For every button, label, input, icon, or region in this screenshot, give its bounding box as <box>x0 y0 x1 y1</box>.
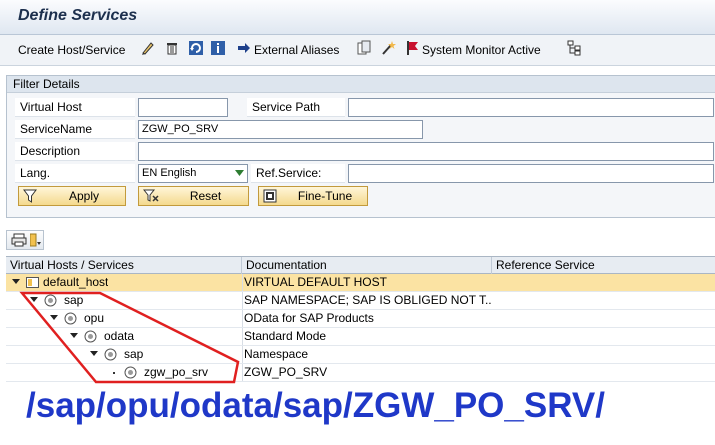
tree-row-sap-namespace[interactable]: sap Namespace <box>6 346 715 364</box>
layout-menu-icon <box>30 233 41 247</box>
service-node-icon <box>84 330 97 343</box>
documentation-cell: VIRTUAL DEFAULT HOST <box>242 274 492 291</box>
filter-details-legend: Filter Details <box>7 76 715 93</box>
filter-funnel-icon <box>23 189 37 203</box>
ref-service-label: Ref.Service: <box>251 164 345 183</box>
reset-button[interactable]: Reset <box>138 186 249 206</box>
tree-row-odata[interactable]: odata Standard Mode <box>6 328 715 346</box>
application-toolbar: Create Host/Service External Aliases Sys… <box>0 35 715 66</box>
tree-node-label: sap <box>64 293 84 307</box>
magic-wand-icon[interactable] <box>380 40 396 56</box>
leaf-bullet-icon <box>113 372 115 374</box>
tree-row-default-host[interactable]: default_host VIRTUAL DEFAULT HOST <box>6 274 715 292</box>
fine-tune-button-label: Fine-Tune <box>297 189 353 203</box>
expand-triangle-icon[interactable] <box>12 279 20 284</box>
documentation-text: SAP NAMESPACE; SAP IS OBLIGED NOT T... <box>244 293 492 307</box>
documentation-cell: Standard Mode <box>242 328 492 345</box>
reset-filter-icon <box>143 189 159 202</box>
copy-document-icon[interactable] <box>356 40 372 56</box>
create-host-service-button[interactable]: Create Host/Service <box>18 41 125 59</box>
documentation-cell: Namespace <box>242 346 492 363</box>
edit-pencil-icon[interactable] <box>140 40 156 56</box>
expand-triangle-icon[interactable] <box>90 351 98 356</box>
column-header-reference-service[interactable]: Reference Service <box>492 257 715 274</box>
expand-triangle-icon[interactable] <box>50 315 58 320</box>
arrow-right-icon[interactable] <box>236 40 252 56</box>
lang-label: Lang. <box>15 164 135 183</box>
apply-button[interactable]: Apply <box>18 186 126 206</box>
column-header-documentation[interactable]: Documentation <box>242 257 492 274</box>
lang-select[interactable]: EN English <box>138 164 248 183</box>
print-icon <box>11 233 27 247</box>
virtual-host-label: Virtual Host <box>15 98 135 117</box>
print-layout-button[interactable] <box>6 230 44 250</box>
column-header-virtual-hosts[interactable]: Virtual Hosts / Services <box>6 257 242 274</box>
tree-node-label: sap <box>124 347 144 361</box>
expand-triangle-icon[interactable] <box>30 297 38 302</box>
page-title: Define Services <box>18 7 138 24</box>
tree-node-label: opu <box>84 311 105 325</box>
ref-service-input[interactable] <box>348 164 714 183</box>
tree-node-label: zgw_po_srv <box>144 365 209 379</box>
documentation-text: VIRTUAL DEFAULT HOST <box>244 275 387 289</box>
service-name-label: ServiceName <box>15 120 135 139</box>
expand-triangle-icon[interactable] <box>70 333 78 338</box>
virtual-host-input[interactable] <box>138 98 228 117</box>
service-node-icon <box>44 294 57 307</box>
service-node-icon <box>104 348 117 361</box>
title-bar: Define Services <box>0 0 715 35</box>
tree-row-opu[interactable]: opu OData for SAP Products <box>6 310 715 328</box>
documentation-text: Namespace <box>244 347 309 361</box>
service-url-caption: /sap/opu/odata/sap/ZGW_PO_SRV/ <box>26 386 605 425</box>
dropdown-arrow-icon <box>235 170 244 176</box>
filter-details-group: Filter Details Virtual Host Service Path… <box>6 75 715 218</box>
documentation-cell: ZGW_PO_SRV <box>242 364 492 381</box>
documentation-text: OData for SAP Products <box>244 311 374 325</box>
service-path-input[interactable] <box>348 98 714 117</box>
description-input[interactable] <box>138 142 714 161</box>
apply-button-label: Apply <box>68 189 100 203</box>
tree-node-label: default_host <box>43 275 109 289</box>
reset-button-label: Reset <box>189 189 222 203</box>
service-path-label: Service Path <box>247 98 345 117</box>
system-monitor-button[interactable]: System Monitor Active <box>422 41 541 59</box>
service-node-icon <box>124 366 137 379</box>
info-icon[interactable] <box>210 40 226 56</box>
service-node-icon <box>64 312 77 325</box>
host-folder-icon <box>26 277 39 288</box>
description-label: Description <box>15 142 135 161</box>
refresh-icon[interactable] <box>188 40 204 56</box>
fine-tune-button[interactable]: Fine-Tune <box>258 186 368 206</box>
documentation-cell: OData for SAP Products <box>242 310 492 327</box>
hierarchy-tree-icon[interactable] <box>566 40 582 56</box>
documentation-text: ZGW_PO_SRV <box>244 365 328 379</box>
delete-trash-icon[interactable] <box>164 40 180 56</box>
documentation-text: Standard Mode <box>244 329 327 343</box>
service-name-input[interactable]: ZGW_PO_SRV <box>138 120 423 139</box>
grid-header: Virtual Hosts / Services Documentation R… <box>6 256 715 274</box>
external-aliases-button[interactable]: External Aliases <box>254 41 339 59</box>
documentation-cell: SAP NAMESPACE; SAP IS OBLIGED NOT T... <box>242 292 492 309</box>
tree-node-label: odata <box>104 329 135 343</box>
flag-icon[interactable] <box>404 40 420 56</box>
fine-tune-icon <box>263 189 277 203</box>
tree-row-zgw-po-srv[interactable]: zgw_po_srv ZGW_PO_SRV <box>6 364 715 382</box>
tree-row-sap[interactable]: sap SAP NAMESPACE; SAP IS OBLIGED NOT T.… <box>6 292 715 310</box>
lang-select-value: EN English <box>142 167 197 179</box>
